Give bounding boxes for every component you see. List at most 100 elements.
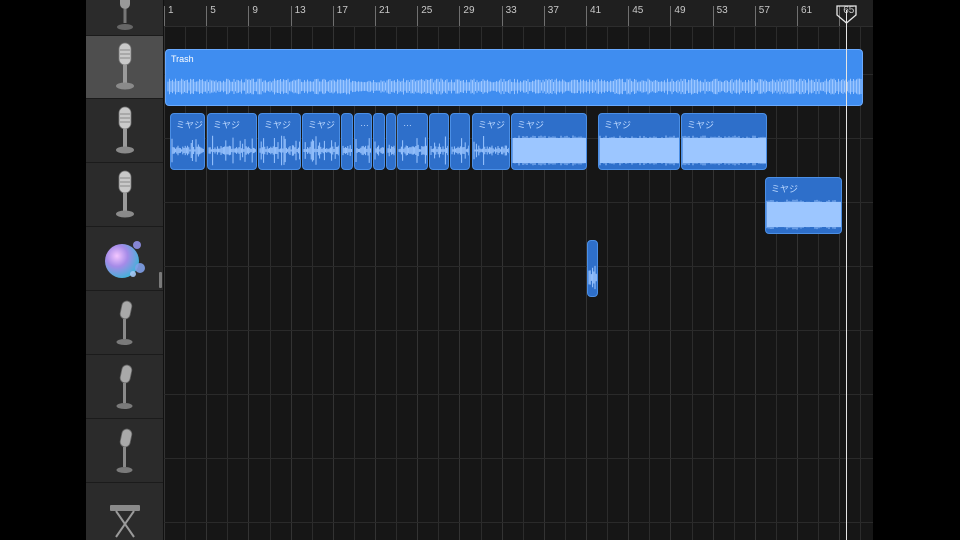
audio-region[interactable]: ミヤジ bbox=[681, 113, 767, 170]
track-header-8[interactable] bbox=[86, 484, 164, 540]
ruler-tick bbox=[797, 6, 798, 26]
garageband-tracks-view: 1 5 9 13 17 21 25 29 33 37 41 45 49 53 57 61 65 Trash ミヤジ… bbox=[86, 0, 873, 540]
ruler-tick bbox=[332, 6, 334, 26]
region-name: ミヤジ bbox=[771, 184, 799, 194]
audio-region[interactable] bbox=[386, 113, 396, 170]
track-header-3[interactable] bbox=[86, 164, 164, 227]
bubbles-instrument-icon bbox=[105, 241, 145, 278]
lane-separator bbox=[164, 330, 873, 331]
ruler-bar-number: 41 bbox=[590, 5, 602, 16]
ruler-bar-number: 9 bbox=[252, 5, 258, 16]
audio-region[interactable] bbox=[587, 240, 598, 297]
microphone-icon bbox=[116, 428, 133, 473]
ruler-bar-number: 5 bbox=[210, 5, 216, 16]
waveform bbox=[430, 136, 448, 165]
microphone-icon bbox=[116, 364, 133, 409]
ruler-tick bbox=[501, 6, 503, 26]
tracks-area[interactable]: Trash ミヤジ ミヤジ ミヤジ ミヤジ…… ミヤジ ミヤジ ミヤジ ミヤジ ミヤジ bbox=[164, 26, 873, 540]
region-name: … bbox=[360, 118, 369, 128]
ruler-bar-number: 17 bbox=[336, 5, 348, 16]
microphone-icon bbox=[117, 0, 133, 31]
waveform bbox=[398, 137, 427, 164]
ruler-tick bbox=[586, 6, 587, 26]
audio-region[interactable]: ミヤジ bbox=[258, 113, 301, 170]
track-header-7[interactable] bbox=[86, 420, 164, 483]
ruler-bar-number: 13 bbox=[294, 5, 306, 16]
audio-region[interactable]: … bbox=[397, 113, 428, 170]
waveform bbox=[355, 138, 371, 163]
audio-region[interactable]: … bbox=[354, 113, 372, 170]
microphone-icon bbox=[116, 170, 134, 218]
audio-region[interactable]: ミヤジ bbox=[598, 113, 680, 170]
playhead-handle-icon[interactable] bbox=[836, 5, 857, 24]
ruler-bar-number: 33 bbox=[505, 5, 517, 16]
audio-region[interactable]: ミヤジ bbox=[511, 113, 587, 170]
ruler-bar-number: 29 bbox=[463, 5, 475, 16]
lane-separator bbox=[164, 266, 873, 267]
waveform bbox=[387, 144, 395, 157]
audio-region[interactable] bbox=[373, 113, 385, 170]
track-header-2[interactable] bbox=[86, 100, 164, 163]
ruler-tick bbox=[417, 6, 419, 26]
lane-separator bbox=[164, 522, 873, 523]
ruler-bar-number: 37 bbox=[547, 5, 559, 16]
ruler-bar-number: 25 bbox=[421, 5, 433, 16]
region-name: … bbox=[403, 118, 412, 128]
ruler-bar-number: 53 bbox=[716, 5, 728, 16]
audio-region[interactable]: Trash bbox=[165, 49, 863, 106]
region-name: ミヤジ bbox=[604, 120, 632, 130]
waveform bbox=[374, 141, 384, 160]
ruler-bar-number: 21 bbox=[379, 5, 391, 16]
ruler-bar-number: 49 bbox=[674, 5, 686, 16]
track-header-6[interactable] bbox=[86, 356, 164, 419]
microphone-icon bbox=[116, 42, 134, 90]
ruler-bar-number: 1 bbox=[168, 5, 174, 16]
region-name: ミヤジ bbox=[308, 120, 336, 130]
audio-region[interactable]: ミヤジ bbox=[207, 113, 257, 170]
track-header-4[interactable] bbox=[86, 228, 164, 291]
ruler-tick bbox=[670, 6, 672, 26]
ruler-tick bbox=[543, 6, 545, 26]
audio-region[interactable] bbox=[450, 113, 470, 170]
region-name: ミヤジ bbox=[687, 120, 715, 130]
region-name: ミヤジ bbox=[213, 120, 241, 130]
lane-separator bbox=[164, 394, 873, 395]
microphone-icon bbox=[116, 106, 134, 154]
waveform bbox=[588, 265, 597, 290]
waveform bbox=[167, 78, 862, 95]
microphone-icon bbox=[116, 300, 133, 345]
timeline-ruler[interactable]: 1 5 9 13 17 21 25 29 33 37 41 45 49 53 57 61 65 bbox=[164, 0, 873, 27]
ruler-tick bbox=[459, 6, 461, 26]
audio-region[interactable]: ミヤジ bbox=[765, 177, 842, 234]
ruler-tick bbox=[375, 6, 376, 26]
audio-region[interactable]: ミヤジ bbox=[170, 113, 205, 170]
region-name: ミヤジ bbox=[176, 120, 204, 130]
region-name: Trash bbox=[171, 54, 194, 64]
waveform bbox=[451, 138, 469, 163]
ruler-tick bbox=[206, 6, 208, 26]
ruler-bar-number: 45 bbox=[632, 5, 644, 16]
region-name: ミヤジ bbox=[517, 120, 545, 130]
playhead[interactable] bbox=[846, 10, 847, 540]
track-header-5[interactable] bbox=[86, 292, 164, 355]
ruler-tick bbox=[628, 6, 630, 26]
ruler-tick bbox=[754, 6, 756, 26]
ruler-tick bbox=[164, 6, 165, 26]
ruler-tick bbox=[290, 6, 292, 26]
ruler-tick bbox=[248, 6, 250, 26]
region-name: ミヤジ bbox=[264, 120, 292, 130]
audio-region[interactable] bbox=[341, 113, 353, 170]
audio-region[interactable]: ミヤジ bbox=[472, 113, 510, 170]
track-header-1[interactable] bbox=[86, 36, 164, 99]
ruler-bar-number: 61 bbox=[801, 5, 813, 16]
audio-region[interactable] bbox=[429, 113, 449, 170]
waveform bbox=[342, 145, 352, 156]
track-resize-handle[interactable] bbox=[159, 272, 162, 288]
lane-separator bbox=[164, 458, 873, 459]
track-header-0[interactable] bbox=[86, 0, 164, 36]
region-name: ミヤジ bbox=[478, 120, 506, 130]
ruler-tick bbox=[712, 6, 714, 26]
audio-region[interactable]: ミヤジ bbox=[302, 113, 340, 170]
track-headers bbox=[86, 0, 164, 540]
ruler-bar-number: 57 bbox=[758, 5, 770, 16]
